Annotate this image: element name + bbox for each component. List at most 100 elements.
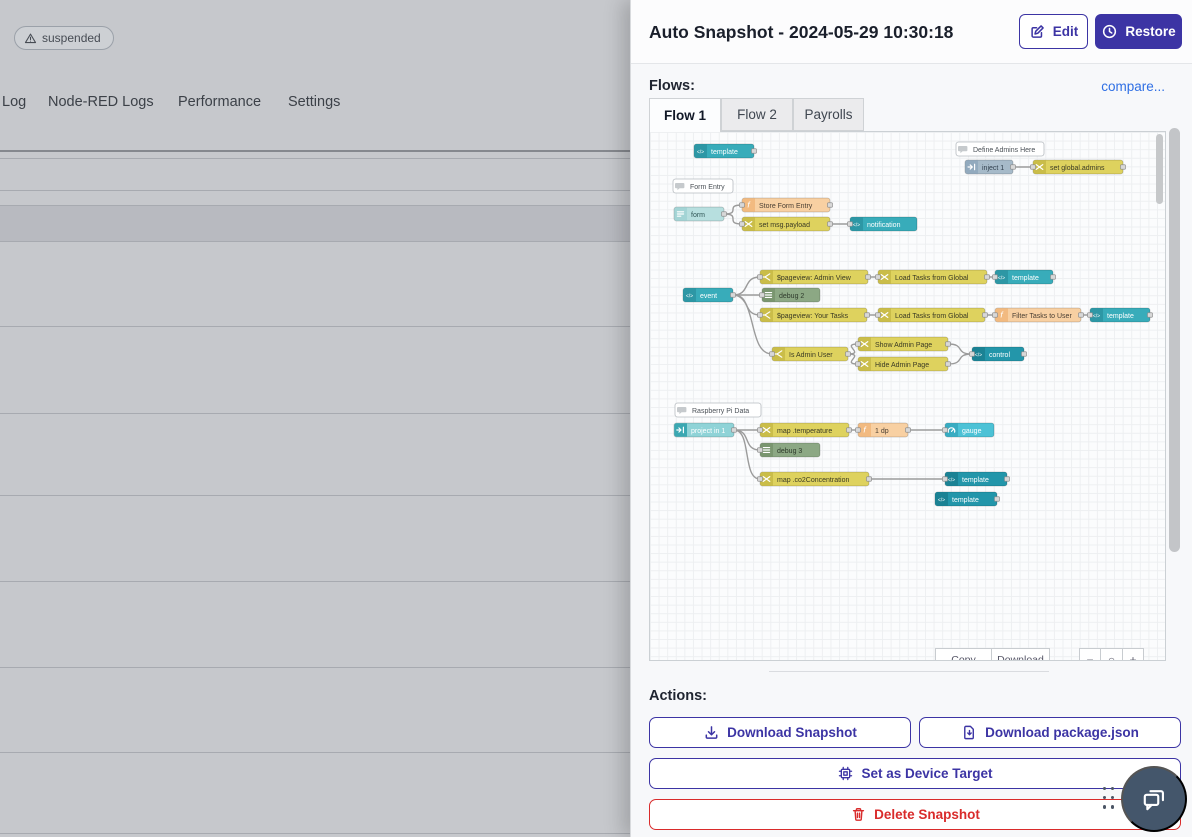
flow-node-template2: </> template	[993, 270, 1056, 284]
canvas-scrollbar-thumb[interactable]	[1156, 134, 1163, 204]
flow-node-mapCo2: map .co2Concentration	[758, 472, 872, 486]
restore-button-label: Restore	[1125, 24, 1175, 39]
svg-text:Raspberry Pi Data: Raspberry Pi Data	[692, 408, 749, 415]
svg-text:</>: </>	[1093, 314, 1100, 320]
flow-node-control: </>control	[970, 347, 1027, 361]
svg-text:form: form	[691, 212, 705, 219]
flow-node-setMsgPayload: set msg.payload	[740, 217, 833, 231]
flow-node-pvAdmin: $pageview: Admin View	[758, 270, 871, 284]
app-root: suspended Log Node-RED Logs Performance …	[0, 0, 1192, 837]
flow-node-form: form	[674, 207, 727, 221]
svg-text:template: template	[711, 149, 738, 156]
flow-wire	[734, 430, 760, 450]
svg-text:inject 1: inject 1	[982, 165, 1004, 172]
svg-text:notification: notification	[867, 222, 901, 229]
svg-text:$pageview: Your Tasks: $pageview: Your Tasks	[777, 313, 849, 320]
edit-button-label: Edit	[1053, 24, 1079, 39]
download-package-button[interactable]: Download package.json	[919, 717, 1181, 748]
chat-widget-button[interactable]	[1121, 766, 1187, 832]
svg-text:template: template	[1012, 275, 1039, 282]
zoom-reset-button[interactable]: ○	[1100, 648, 1123, 661]
svg-text:Form Entry: Form Entry	[690, 184, 725, 191]
drawer-scrollbar-thumb[interactable]	[1169, 128, 1180, 552]
flow-node-notification: </> notification	[848, 217, 918, 231]
svg-text:Define Admins Here: Define Admins Here	[973, 147, 1035, 154]
flow-node-template5: </>template	[935, 492, 1000, 506]
restore-button[interactable]: Restore	[1095, 14, 1182, 49]
svg-text:Store Form Entry: Store Form Entry	[759, 203, 813, 210]
flow-node-debug3: debug 3	[758, 443, 821, 457]
flow-wire	[733, 277, 760, 295]
svg-text:Hide Admin Page: Hide Admin Page	[875, 362, 929, 369]
delete-snapshot-label: Delete Snapshot	[874, 807, 980, 822]
edit-button[interactable]: Edit	[1019, 14, 1088, 49]
svg-text:set msg.payload: set msg.payload	[759, 222, 810, 229]
flow-node-debug2: debug 2	[760, 288, 821, 302]
trash-icon	[850, 806, 867, 823]
svg-text:template: template	[952, 497, 979, 504]
compare-link[interactable]: compare...	[1101, 79, 1165, 94]
edit-pencil-icon	[1029, 23, 1046, 40]
flow-wire	[734, 430, 760, 479]
flow-node-template4: </> template	[943, 472, 1010, 486]
tab-payrolls[interactable]: Payrolls	[793, 98, 864, 131]
svg-text:template: template	[1107, 313, 1134, 320]
snapshot-title: Auto Snapshot - 2024-05-29 10:30:18	[649, 0, 953, 64]
snapshot-drawer: Auto Snapshot - 2024-05-29 10:30:18 Edit…	[630, 0, 1192, 837]
flow-node-defineAdmins: Define Admins Here	[956, 142, 1044, 156]
set-device-target-label: Set as Device Target	[861, 766, 992, 781]
tab-flow-2[interactable]: Flow 2	[721, 98, 793, 131]
svg-text:Load Tasks from Global: Load Tasks from Global	[895, 313, 969, 320]
flow-node-projectIn1: project in 1	[674, 423, 737, 437]
download-package-label: Download package.json	[985, 725, 1139, 740]
flow-node-formEntry: Form Entry	[673, 179, 733, 193]
section-divider	[769, 671, 1049, 672]
svg-text:gauge: gauge	[962, 428, 982, 435]
svg-text:Filter Tasks to User: Filter Tasks to User	[1012, 313, 1072, 320]
flow-node-mapTemp: map .temperature	[758, 423, 852, 437]
flow-node-isAdmin: Is Admin User	[770, 347, 851, 361]
download-icon	[703, 724, 720, 741]
flow-node-inject1: inject 1	[965, 160, 1016, 174]
flow-wire	[948, 354, 972, 364]
flow-node-gauge: gauge	[943, 423, 995, 437]
svg-text:event: event	[700, 293, 717, 300]
flow-node-setGlobalAdmins: set global.admins	[1031, 160, 1126, 174]
zoom-in-button[interactable]: +	[1122, 648, 1144, 661]
set-device-target-button[interactable]: Set as Device Target	[649, 758, 1181, 789]
svg-text:</>: </>	[975, 353, 982, 359]
svg-text:debug 2: debug 2	[779, 293, 804, 300]
drag-handle[interactable]	[1103, 787, 1116, 813]
svg-text:map .temperature: map .temperature	[777, 428, 832, 435]
svg-text:template: template	[962, 477, 989, 484]
svg-text:</>: </>	[948, 478, 955, 484]
svg-text:map .co2Concentration: map .co2Concentration	[777, 477, 849, 484]
svg-text:set global.admins: set global.admins	[1050, 165, 1105, 172]
flow-node-load2: Load Tasks from Global	[876, 308, 988, 322]
drawer-header: Auto Snapshot - 2024-05-29 10:30:18 Edit…	[631, 0, 1192, 64]
flow-node-pvYour: $pageview: Your Tasks	[758, 308, 870, 322]
svg-text:</>: </>	[853, 223, 860, 229]
svg-text:Show Admin Page: Show Admin Page	[875, 342, 932, 349]
flow-node-template3: </> template	[1088, 308, 1153, 322]
zoom-out-button[interactable]: −	[1079, 648, 1101, 661]
flow-preview-canvas[interactable]: </> template Define Admins Here inject 1 set…	[649, 131, 1166, 661]
delete-snapshot-button[interactable]: Delete Snapshot	[649, 799, 1181, 830]
flow-node-storeFormEntry: fStore Form Entry	[740, 198, 833, 212]
svg-text:</>: </>	[998, 276, 1005, 282]
modal-overlay[interactable]	[0, 0, 630, 837]
flow-node-oneDp: f1 dp	[856, 423, 911, 437]
svg-text:Is Admin User: Is Admin User	[789, 352, 833, 359]
download-flow-button[interactable]: Download	[991, 648, 1050, 661]
download-snapshot-label: Download Snapshot	[727, 725, 857, 740]
svg-text:project in 1: project in 1	[691, 428, 725, 435]
flow-node-template1: </>template	[694, 144, 757, 158]
svg-text:Load Tasks from Global: Load Tasks from Global	[895, 275, 969, 282]
file-download-icon	[961, 724, 978, 741]
flow-wire	[733, 295, 772, 354]
chat-bubbles-icon	[1137, 782, 1171, 816]
copy-flow-button[interactable]: Copy	[935, 648, 992, 661]
download-snapshot-button[interactable]: Download Snapshot	[649, 717, 911, 748]
tab-flow-1[interactable]: Flow 1	[649, 98, 721, 132]
flow-node-raspComment: Raspberry Pi Data	[675, 403, 761, 417]
